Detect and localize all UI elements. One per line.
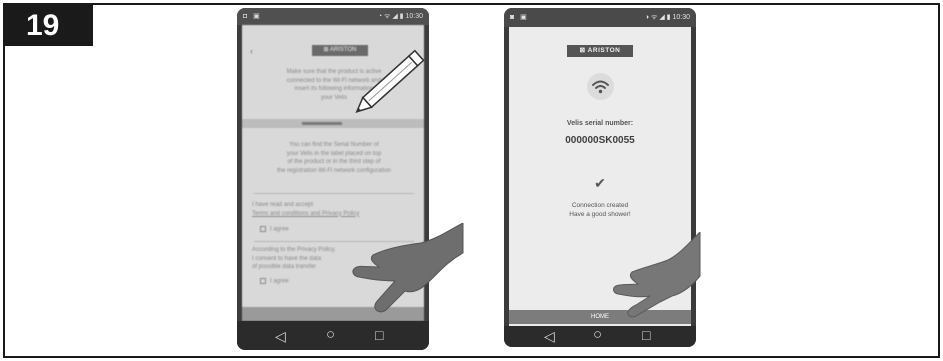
serial-number-value: 000000SK0055 — [565, 135, 635, 146]
nav-recents-icon[interactable]: □ — [375, 328, 383, 342]
agree-checkbox-2[interactable]: I agree — [260, 278, 289, 285]
back-arrow-icon[interactable]: ‹ — [250, 46, 253, 56]
ariston-logo: ⊠ ARISTON — [567, 45, 633, 57]
checkbox-icon — [260, 278, 266, 284]
nav-home-icon[interactable]: ○ — [593, 327, 602, 342]
nav-back-icon[interactable]: ◁ — [544, 329, 555, 343]
status-bar: ◘ ▣ ◔ ᯤ ◢ ▮ 10:30 — [237, 8, 429, 25]
checkmark-icon: ✔ — [594, 175, 606, 191]
serial-help-text: You can find the Serial Number of your V… — [276, 142, 392, 174]
status-icons-left: ◘ ▣ — [243, 13, 262, 20]
step-number-badge: 19 — [5, 5, 93, 46]
divider — [254, 193, 414, 194]
status-bar: ◙ ▣ ◑ ᯤ ◢ ▮ 10:30 — [504, 8, 696, 27]
agree-checkbox-1[interactable]: I agree — [260, 226, 289, 233]
terms-link[interactable]: Terms and conditions and Privacy Policy — [252, 210, 382, 219]
serial-input-field[interactable] — [242, 119, 424, 128]
nav-recents-icon[interactable]: □ — [642, 328, 650, 342]
wifi-icon — [587, 73, 614, 100]
connection-message: Connection created Have a good shower! — [569, 202, 631, 218]
checkbox-icon — [260, 226, 266, 232]
pencil-icon — [355, 49, 425, 113]
status-icons-right: ◑ ᯤ ◢ ▮ 10:30 — [644, 14, 690, 21]
status-icons-right: ◔ ᯤ ◢ ▮ 10:30 — [377, 13, 423, 20]
terms-text: I have read and accept Terms and conditi… — [252, 201, 382, 218]
instruction-frame: 19 — [3, 3, 940, 358]
pointing-hand-icon — [613, 232, 701, 318]
pointing-hand-icon — [352, 223, 464, 313]
status-icons-left: ◙ ▣ — [510, 14, 529, 21]
android-nav-bar: ◁ ○ □ — [504, 326, 696, 347]
android-nav-bar: ◁ ○ □ — [237, 321, 429, 350]
nav-back-icon[interactable]: ◁ — [275, 329, 286, 343]
serial-number-label: Velis serial number: — [566, 120, 634, 127]
nav-home-icon[interactable]: ○ — [326, 327, 335, 342]
